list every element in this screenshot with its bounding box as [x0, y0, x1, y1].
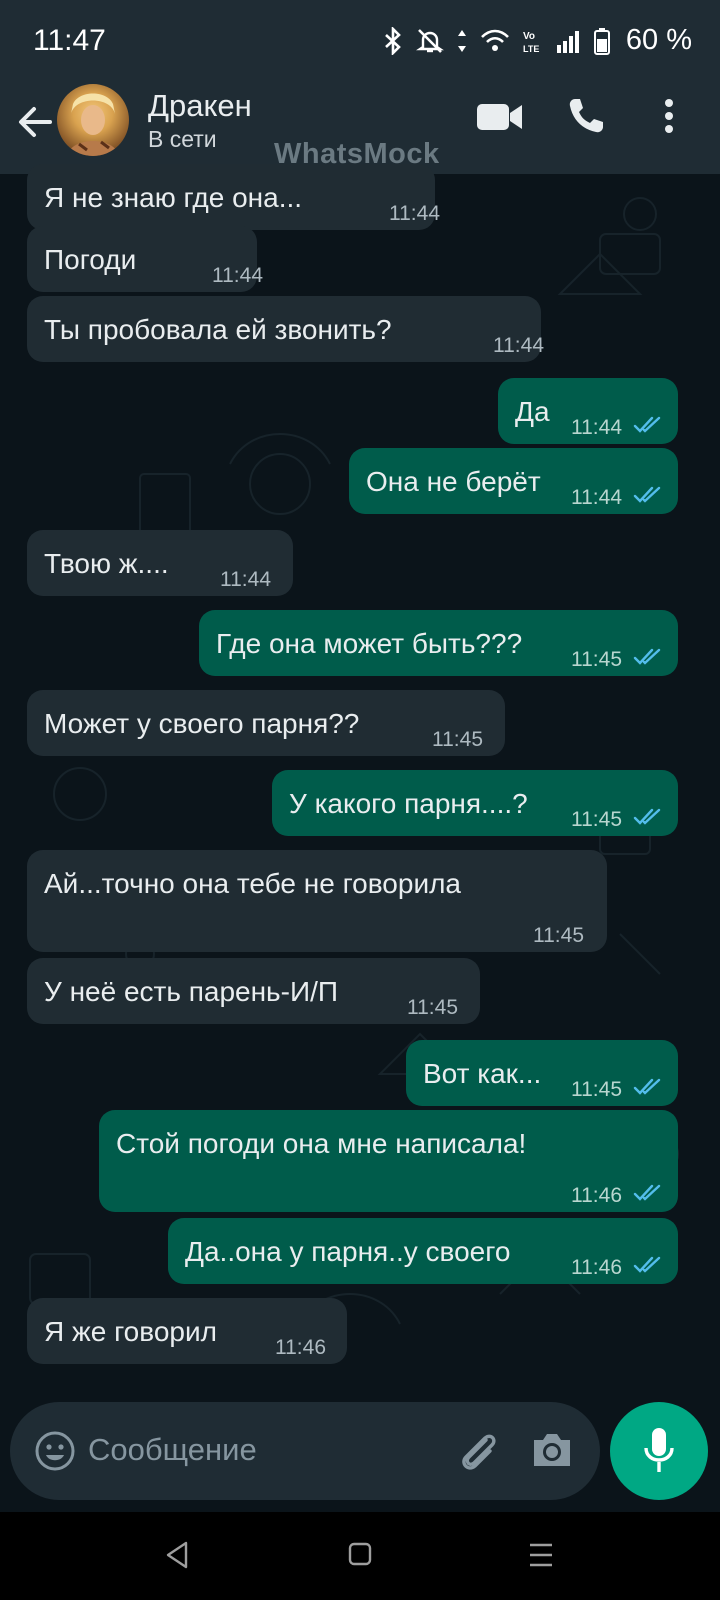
message-text: Да: [515, 396, 550, 427]
outgoing-message-bubble[interactable]: У какого парня....? 11:45: [272, 770, 678, 836]
contact-name[interactable]: Дракен: [148, 88, 252, 124]
chat-header: Дракен В сети WhatsMock: [0, 82, 720, 174]
outgoing-message-bubble[interactable]: Да 11:44: [498, 378, 678, 444]
outgoing-message-bubble[interactable]: Она не берёт 11:44: [349, 448, 678, 514]
message-text: Может у своего парня??: [44, 708, 360, 739]
incoming-message-bubble[interactable]: Я не знаю где она... 11:44: [27, 164, 440, 230]
avatar-image: [67, 93, 119, 156]
nav-home-icon[interactable]: [348, 1542, 372, 1566]
read-receipt-icon: [633, 486, 661, 503]
message-text: Стой погоди она мне написала!: [116, 1128, 527, 1159]
paperclip-icon[interactable]: [456, 1428, 502, 1474]
wifi-icon: [480, 29, 509, 51]
data-arrows-icon: [457, 29, 466, 52]
message-text: Твою ж....: [44, 548, 169, 579]
nav-back-icon[interactable]: [164, 1540, 190, 1570]
read-receipt-icon: [633, 1184, 661, 1201]
camera-icon[interactable]: [530, 1430, 574, 1470]
incoming-message-bubble[interactable]: Может у своего парня?? 11:45: [27, 690, 505, 756]
outgoing-message-bubble[interactable]: Где она может быть??? 11:45: [199, 610, 678, 676]
bluetooth-icon: [385, 26, 401, 55]
outgoing-message-bubble[interactable]: Вот как... 11:45: [406, 1040, 678, 1106]
video-call-icon[interactable]: [476, 100, 524, 134]
microphone-icon: [644, 1428, 674, 1472]
nav-recents-icon[interactable]: [528, 1542, 554, 1568]
message-time: 11:44: [571, 486, 622, 509]
read-receipt-icon: [633, 416, 661, 433]
emoji-icon[interactable]: [34, 1430, 76, 1472]
message-text: Вот как...: [423, 1058, 542, 1089]
message-time: 11:45: [407, 996, 458, 1019]
mute-bell-icon: [415, 28, 444, 53]
read-receipt-icon: [633, 648, 661, 665]
message-time: 11:46: [571, 1184, 622, 1207]
incoming-message-bubble[interactable]: Ты пробовала ей звонить? 11:44: [27, 296, 544, 362]
chat-area[interactable]: Я не знаю где она... 11:44 Погоди 11:44 Ты п…: [0, 164, 720, 1396]
message-time: 11:44: [571, 416, 622, 439]
avatar[interactable]: [57, 84, 129, 156]
message-text: Я не знаю где она...: [44, 182, 303, 213]
message-time: 11:46: [571, 1256, 622, 1279]
incoming-message-bubble[interactable]: У неё есть парень-И/П 11:45: [27, 958, 480, 1024]
message-time: 11:45: [571, 1078, 622, 1101]
status-icons: Vo LTE 60 %: [382, 24, 692, 57]
message-time: 11:44: [493, 334, 544, 357]
read-receipt-icon: [633, 1078, 661, 1095]
message-time: 11:45: [533, 924, 584, 947]
message-text: Я же говорил: [44, 1316, 217, 1347]
status-time: 11:47: [33, 24, 106, 57]
message-input-bar[interactable]: Сообщение: [10, 1402, 600, 1500]
message-text: Погоди: [44, 244, 137, 275]
mic-button[interactable]: [610, 1402, 708, 1500]
status-bar: 11:47 Vo LTE 60 %: [0, 0, 720, 82]
message-time: 11:44: [220, 568, 271, 591]
battery-icon: [593, 27, 610, 55]
read-receipt-icon: [633, 1256, 661, 1273]
svg-text:LTE: LTE: [523, 44, 539, 54]
message-text: Где она может быть???: [216, 628, 523, 659]
volte-icon: Vo LTE: [523, 31, 539, 54]
phone-icon[interactable]: [566, 96, 606, 136]
incoming-message-bubble[interactable]: Погоди 11:44: [27, 226, 263, 292]
message-time: 11:46: [275, 1336, 326, 1359]
message-time: 11:44: [212, 264, 263, 287]
signal-icon: [556, 30, 579, 53]
message-text: Она не берёт: [366, 466, 541, 497]
message-text: Ай...точно она тебе не говорила: [44, 868, 461, 899]
message-time: 11:45: [571, 808, 622, 831]
message-text: У какого парня....?: [289, 788, 528, 819]
message-text: Да..она у парня..у своего: [185, 1236, 511, 1267]
svg-text:Vo: Vo: [523, 31, 535, 42]
read-receipt-icon: [633, 808, 661, 825]
incoming-message-bubble[interactable]: Ай...точно она тебе не говорила 11:45: [27, 850, 607, 952]
system-nav-bar: [0, 1512, 720, 1600]
message-input[interactable]: Сообщение: [88, 1432, 257, 1468]
message-text: У неё есть парень-И/П: [44, 976, 338, 1007]
battery-percent: 60 %: [625, 24, 692, 56]
more-vertical-icon[interactable]: [664, 98, 674, 134]
incoming-message-bubble[interactable]: Твою ж.... 11:44: [27, 530, 293, 596]
message-time: 11:44: [389, 202, 440, 225]
incoming-message-bubble[interactable]: Я же говорил 11:46: [27, 1298, 347, 1364]
outgoing-message-bubble[interactable]: Стой погоди она мне написала! 11:46: [99, 1110, 678, 1212]
message-time: 11:45: [571, 648, 622, 671]
outgoing-message-bubble[interactable]: Да..она у парня..у своего 11:46: [168, 1218, 678, 1284]
message-text: Ты пробовала ей звонить?: [44, 314, 392, 345]
arrow-left-icon[interactable]: [14, 100, 58, 144]
message-time: 11:45: [432, 728, 483, 751]
contact-status: В сети: [148, 126, 217, 152]
